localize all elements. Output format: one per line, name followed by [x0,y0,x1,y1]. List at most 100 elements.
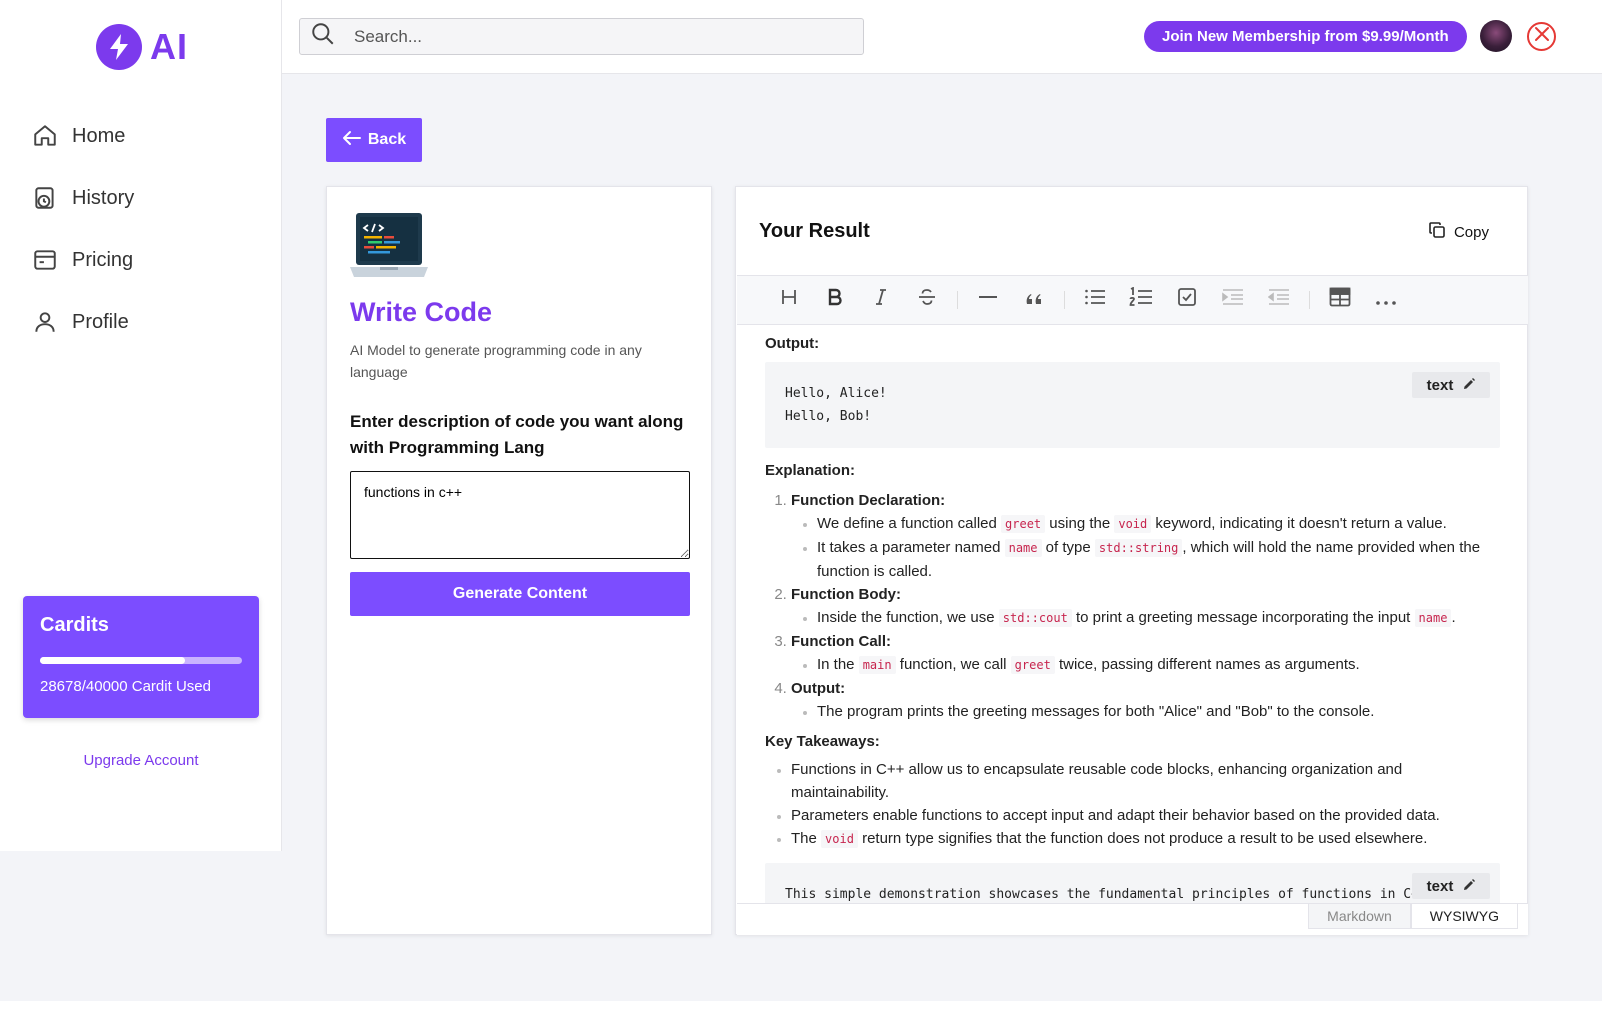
takeaways-list: Functions in C++ allow us to encapsulate… [791,758,1500,851]
result-editor[interactable]: Output: Hello, Alice! Hello, Bob! text E… [737,325,1528,903]
ordered-list-icon [1129,286,1153,313]
explanation-heading: Explanation: [765,462,856,479]
bold-icon [826,288,844,312]
strikethrough-icon [917,288,937,312]
top-header: Join New Membership from $9.99/Month [282,0,1602,74]
code-language-button[interactable]: text [1412,873,1490,899]
tab-markdown[interactable]: Markdown [1308,903,1411,929]
text-fragment: In the [817,656,859,673]
sidebar-item-home[interactable]: Home [32,116,262,156]
back-label: Back [367,131,407,148]
italic-icon [872,288,890,312]
credits-progress-bar [40,657,242,664]
heading-icon [780,288,798,312]
profile-icon [32,309,58,335]
laptop-code-icon [350,211,428,286]
outdent-icon [1267,288,1290,312]
task-list-button[interactable] [1173,286,1201,314]
outdent-button[interactable] [1265,286,1293,314]
explanation-list: Function Declaration: We define a functio… [791,489,1500,723]
indent-button[interactable] [1219,286,1247,314]
back-button[interactable]: Back [326,118,422,162]
search-input[interactable] [354,26,834,47]
bold-button[interactable] [821,286,849,314]
code-language-label: text [1426,376,1454,394]
more-button[interactable] [1372,286,1400,314]
explanation-item: Function Declaration: We define a functio… [791,489,1500,583]
avatar[interactable] [1480,20,1512,52]
explanation-point: We define a function called greet using … [817,512,1500,536]
code-line: Hello, Bob! [785,409,872,424]
upgrade-account-link[interactable]: Upgrade Account [0,752,282,769]
tool-card: Write Code AI Model to generate programm… [326,186,712,935]
toolbar-divider [957,291,958,309]
output-heading: Output: [765,335,820,352]
toolbar-divider [1309,291,1310,309]
explanation-item-title: Output: [791,680,846,697]
explanation-points: Inside the function, we use std::cout to… [817,606,1500,630]
inline-code: greet [1001,515,1046,533]
tool-title: Write Code [350,297,493,327]
result-card: Your Result Copy Output: Hello, Alice! H… [735,186,1528,935]
inline-code: main [858,656,896,674]
explanation-item-title: Function Declaration: [791,492,946,509]
join-membership-button[interactable]: Join New Membership from $9.99/Month [1144,21,1467,52]
text-fragment: return type signifies that the function … [857,830,1428,847]
heading-button[interactable] [775,286,803,314]
horizontal-rule-button[interactable] [974,286,1002,314]
inline-code: name [1004,539,1042,557]
search-bar[interactable] [299,18,864,55]
logo-text: AI [150,26,188,67]
ordered-list-button[interactable] [1127,286,1155,314]
strikethrough-button[interactable] [913,286,941,314]
credits-title: Cardits [40,614,109,636]
sidebar-item-label: History [72,186,135,209]
horizontal-rule-icon [978,288,998,312]
sidebar-item-label: Pricing [72,248,134,271]
generate-content-button[interactable]: Generate Content [350,572,690,616]
text-fragment: Functions in C++ allow us to encapsulate… [791,761,1403,801]
toolbar-divider [1064,291,1065,309]
text-fragment: Inside the function, we use [817,609,999,626]
table-button[interactable] [1326,286,1354,314]
pricing-icon [32,247,58,273]
tab-wysiwyg[interactable]: WYSIWYG [1410,903,1518,929]
sidebar-item-history[interactable]: History [32,178,262,218]
italic-button[interactable] [867,286,895,314]
editor-footer: Markdown WYSIWYG [737,903,1528,935]
quote-button[interactable] [1020,286,1048,314]
sidebar-item-profile[interactable]: Profile [32,302,262,342]
search-icon [310,21,336,52]
explanation-point: In the main function, we call greet twic… [817,653,1500,677]
explanation-point: Inside the function, we use std::cout to… [817,606,1500,630]
inline-code: name [1414,609,1452,627]
explanation-item-title: Function Call: [791,633,891,650]
explanation-item-title: Function Body: [791,586,901,603]
table-icon [1329,287,1351,313]
explanation-points: We define a function called greet using … [817,512,1500,583]
result-title: Your Result [759,220,870,242]
explanation-item: Function Body: Inside the function, we us… [791,583,1500,630]
text-fragment: using the [1045,515,1115,532]
sidebar-item-pricing[interactable]: Pricing [32,240,262,280]
logo[interactable]: AI [96,24,188,70]
bullet-list-button[interactable] [1081,286,1109,314]
prompt-label: Enter description of code you want along… [350,412,684,457]
text-fragment: The program prints the greeting messages… [817,703,1375,720]
code-language-button[interactable]: text [1412,372,1490,398]
explanation-item: Output: The program prints the greeting m… [791,677,1500,723]
close-button[interactable] [1527,22,1556,51]
closing-code-block: This simple demonstration showcases the … [765,863,1500,903]
text-fragment: . [1451,609,1456,626]
explanation-point: It takes a parameter named name of type … [817,536,1500,583]
explanation-points: In the main function, we call greet twic… [817,653,1500,677]
copy-icon [1428,221,1446,243]
prompt-textarea[interactable] [350,471,690,559]
copy-label: Copy [1453,223,1489,241]
text-fragment: of type [1041,539,1095,556]
inline-code: std::cout [998,609,1072,627]
sidebar-item-label: Profile [72,310,129,333]
text-fragment: We define a function called [817,515,1002,532]
explanation-item: Function Call: In the main function, we c… [791,630,1500,677]
copy-button[interactable]: Copy [1428,221,1489,243]
